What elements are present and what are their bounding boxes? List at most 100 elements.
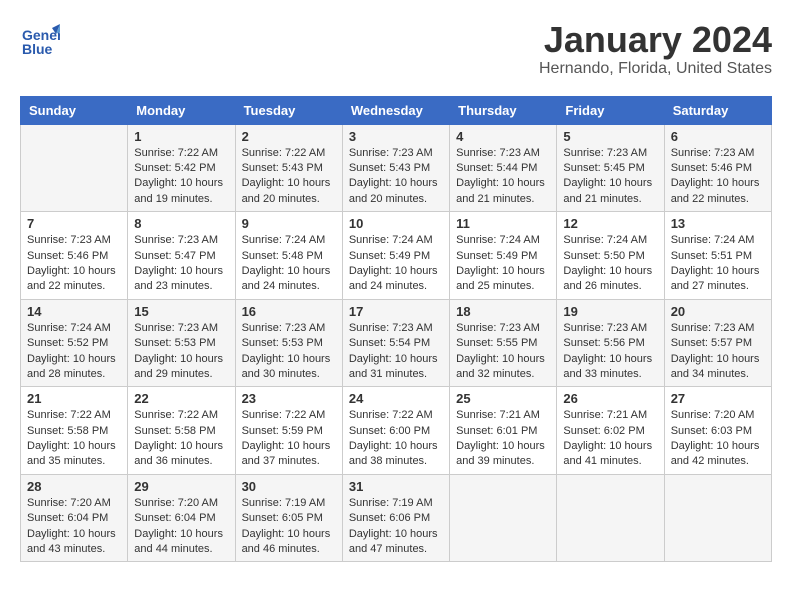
calendar-day-cell: 16 Sunrise: 7:23 AM Sunset: 5:53 PM Dayli…	[235, 299, 342, 387]
month-year-title: January 2024	[539, 20, 772, 60]
calendar-day-cell: 29Sunrise: 7:20 AM Sunset: 6:04 PM Dayli…	[128, 474, 235, 562]
day-of-week-header: Thursday	[450, 96, 557, 124]
day-number: 11	[456, 216, 550, 231]
day-of-week-header: Saturday	[664, 96, 771, 124]
calendar-day-cell	[557, 474, 664, 562]
calendar-day-cell: 21Sunrise: 7:22 AM Sunset: 5:58 PM Dayli…	[21, 387, 128, 475]
logo: General Blue	[20, 20, 64, 65]
calendar-day-cell: 1 Sunrise: 7:22 AM Sunset: 5:42 PM Daylig…	[128, 124, 235, 212]
calendar-day-cell	[664, 474, 771, 562]
calendar-week-row: 21Sunrise: 7:22 AM Sunset: 5:58 PM Dayli…	[21, 387, 772, 475]
day-of-week-header: Monday	[128, 96, 235, 124]
day-info: Sunrise: 7:23 AM Sunset: 5:45 PM Dayligh…	[563, 146, 657, 208]
calendar-week-row: 1 Sunrise: 7:22 AM Sunset: 5:42 PM Daylig…	[21, 124, 772, 212]
day-info: Sunrise: 7:20 AM Sunset: 6:03 PM Dayligh…	[671, 408, 765, 470]
calendar-day-cell: 17Sunrise: 7:23 AM Sunset: 5:54 PM Dayli…	[342, 299, 449, 387]
day-info: Sunrise: 7:20 AM Sunset: 6:04 PM Dayligh…	[27, 496, 121, 558]
day-number: 18	[456, 304, 550, 319]
day-info: Sunrise: 7:24 AM Sunset: 5:51 PM Dayligh…	[671, 233, 765, 295]
day-info: Sunrise: 7:23 AM Sunset: 5:46 PM Dayligh…	[671, 146, 765, 208]
calendar-day-cell	[21, 124, 128, 212]
calendar-day-cell: 3 Sunrise: 7:23 AM Sunset: 5:43 PM Daylig…	[342, 124, 449, 212]
day-number: 20	[671, 304, 765, 319]
day-of-week-header: Wednesday	[342, 96, 449, 124]
day-number: 4	[456, 129, 550, 144]
calendar-day-cell	[450, 474, 557, 562]
logo-icon: General Blue	[20, 20, 60, 65]
day-info: Sunrise: 7:23 AM Sunset: 5:57 PM Dayligh…	[671, 321, 765, 383]
day-number: 2	[242, 129, 336, 144]
day-number: 10	[349, 216, 443, 231]
day-number: 3	[349, 129, 443, 144]
day-of-week-header: Sunday	[21, 96, 128, 124]
day-info: Sunrise: 7:23 AM Sunset: 5:44 PM Dayligh…	[456, 146, 550, 208]
day-number: 29	[134, 479, 228, 494]
calendar-day-cell: 31Sunrise: 7:19 AM Sunset: 6:06 PM Dayli…	[342, 474, 449, 562]
calendar-header-row: SundayMondayTuesdayWednesdayThursdayFrid…	[21, 96, 772, 124]
calendar-day-cell: 26Sunrise: 7:21 AM Sunset: 6:02 PM Dayli…	[557, 387, 664, 475]
location-subtitle: Hernando, Florida, United States	[539, 60, 772, 78]
day-info: Sunrise: 7:22 AM Sunset: 5:43 PM Dayligh…	[242, 146, 336, 208]
day-info: Sunrise: 7:22 AM Sunset: 6:00 PM Dayligh…	[349, 408, 443, 470]
calendar-day-cell: 11Sunrise: 7:24 AM Sunset: 5:49 PM Dayli…	[450, 212, 557, 300]
calendar-table: SundayMondayTuesdayWednesdayThursdayFrid…	[20, 96, 772, 563]
day-info: Sunrise: 7:23 AM Sunset: 5:53 PM Dayligh…	[134, 321, 228, 383]
day-number: 5	[563, 129, 657, 144]
day-info: Sunrise: 7:21 AM Sunset: 6:02 PM Dayligh…	[563, 408, 657, 470]
day-number: 17	[349, 304, 443, 319]
day-number: 23	[242, 391, 336, 406]
day-number: 16	[242, 304, 336, 319]
calendar-week-row: 14 Sunrise: 7:24 AM Sunset: 5:52 PM Dayli…	[21, 299, 772, 387]
day-number: 8	[134, 216, 228, 231]
day-info: Sunrise: 7:23 AM Sunset: 5:47 PM Dayligh…	[134, 233, 228, 295]
calendar-day-cell: 22Sunrise: 7:22 AM Sunset: 5:58 PM Dayli…	[128, 387, 235, 475]
calendar-day-cell: 8 Sunrise: 7:23 AM Sunset: 5:47 PM Daylig…	[128, 212, 235, 300]
day-number: 7	[27, 216, 121, 231]
day-number: 12	[563, 216, 657, 231]
day-info: Sunrise: 7:23 AM Sunset: 5:55 PM Dayligh…	[456, 321, 550, 383]
calendar-day-cell: 14 Sunrise: 7:24 AM Sunset: 5:52 PM Dayli…	[21, 299, 128, 387]
day-info: Sunrise: 7:24 AM Sunset: 5:52 PM Dayligh…	[27, 321, 121, 383]
day-info: Sunrise: 7:22 AM Sunset: 5:58 PM Dayligh…	[27, 408, 121, 470]
day-of-week-header: Tuesday	[235, 96, 342, 124]
day-info: Sunrise: 7:22 AM Sunset: 5:58 PM Dayligh…	[134, 408, 228, 470]
calendar-day-cell: 18 Sunrise: 7:23 AM Sunset: 5:55 PM Dayli…	[450, 299, 557, 387]
day-number: 14	[27, 304, 121, 319]
day-info: Sunrise: 7:24 AM Sunset: 5:50 PM Dayligh…	[563, 233, 657, 295]
calendar-day-cell: 30Sunrise: 7:19 AM Sunset: 6:05 PM Dayli…	[235, 474, 342, 562]
day-info: Sunrise: 7:24 AM Sunset: 5:49 PM Dayligh…	[349, 233, 443, 295]
calendar-day-cell: 24Sunrise: 7:22 AM Sunset: 6:00 PM Dayli…	[342, 387, 449, 475]
calendar-day-cell: 27 Sunrise: 7:20 AM Sunset: 6:03 PM Dayli…	[664, 387, 771, 475]
day-info: Sunrise: 7:23 AM Sunset: 5:53 PM Dayligh…	[242, 321, 336, 383]
day-number: 19	[563, 304, 657, 319]
calendar-day-cell: 20 Sunrise: 7:23 AM Sunset: 5:57 PM Dayli…	[664, 299, 771, 387]
day-number: 28	[27, 479, 121, 494]
calendar-day-cell: 13 Sunrise: 7:24 AM Sunset: 5:51 PM Dayli…	[664, 212, 771, 300]
page-header: General Blue January 2024 Hernando, Flor…	[20, 20, 772, 86]
day-number: 25	[456, 391, 550, 406]
calendar-day-cell: 9Sunrise: 7:24 AM Sunset: 5:48 PM Daylig…	[235, 212, 342, 300]
calendar-day-cell: 6Sunrise: 7:23 AM Sunset: 5:46 PM Daylig…	[664, 124, 771, 212]
calendar-day-cell: 28 Sunrise: 7:20 AM Sunset: 6:04 PM Dayli…	[21, 474, 128, 562]
calendar-week-row: 7 Sunrise: 7:23 AM Sunset: 5:46 PM Daylig…	[21, 212, 772, 300]
day-number: 31	[349, 479, 443, 494]
calendar-day-cell: 2 Sunrise: 7:22 AM Sunset: 5:43 PM Daylig…	[235, 124, 342, 212]
day-number: 30	[242, 479, 336, 494]
calendar-day-cell: 10 Sunrise: 7:24 AM Sunset: 5:49 PM Dayli…	[342, 212, 449, 300]
day-number: 13	[671, 216, 765, 231]
calendar-day-cell: 19 Sunrise: 7:23 AM Sunset: 5:56 PM Dayli…	[557, 299, 664, 387]
day-number: 15	[134, 304, 228, 319]
svg-text:Blue: Blue	[22, 41, 53, 57]
day-info: Sunrise: 7:24 AM Sunset: 5:48 PM Dayligh…	[242, 233, 336, 295]
calendar-day-cell: 12 Sunrise: 7:24 AM Sunset: 5:50 PM Dayli…	[557, 212, 664, 300]
day-info: Sunrise: 7:22 AM Sunset: 5:42 PM Dayligh…	[134, 146, 228, 208]
calendar-day-cell: 7 Sunrise: 7:23 AM Sunset: 5:46 PM Daylig…	[21, 212, 128, 300]
day-info: Sunrise: 7:21 AM Sunset: 6:01 PM Dayligh…	[456, 408, 550, 470]
day-info: Sunrise: 7:23 AM Sunset: 5:56 PM Dayligh…	[563, 321, 657, 383]
calendar-day-cell: 15 Sunrise: 7:23 AM Sunset: 5:53 PM Dayli…	[128, 299, 235, 387]
day-info: Sunrise: 7:23 AM Sunset: 5:43 PM Dayligh…	[349, 146, 443, 208]
day-info: Sunrise: 7:23 AM Sunset: 5:46 PM Dayligh…	[27, 233, 121, 295]
day-of-week-header: Friday	[557, 96, 664, 124]
day-number: 1	[134, 129, 228, 144]
day-number: 27	[671, 391, 765, 406]
